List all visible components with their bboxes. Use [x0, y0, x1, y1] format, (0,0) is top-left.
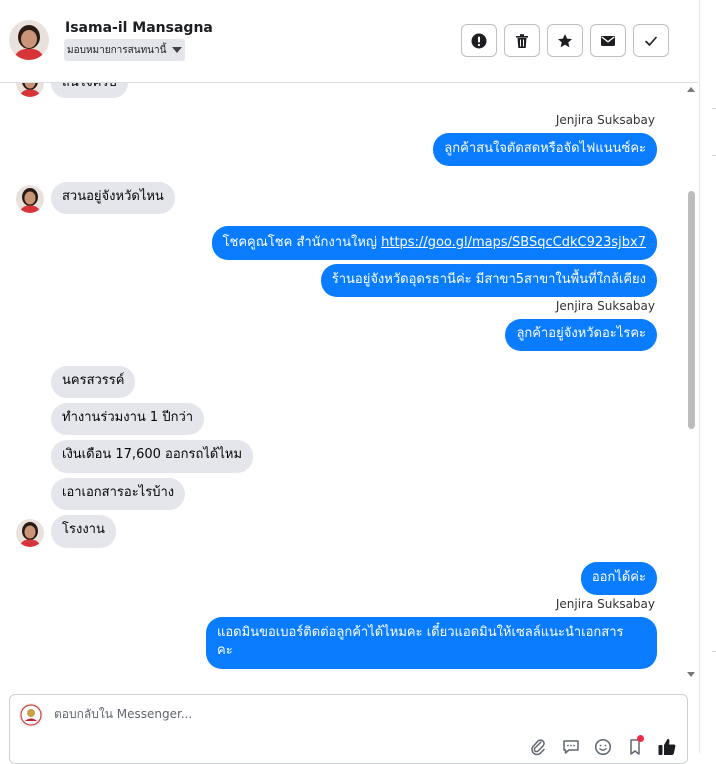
scroll-up-arrow-icon[interactable]: [687, 87, 695, 92]
contact-avatar-small: [16, 519, 44, 547]
envelope-icon: [601, 35, 615, 46]
notification-dot: [637, 735, 644, 742]
incoming-message: ทำงานร่วมงาน 1 ปีกว่า: [51, 403, 205, 435]
scroll-thumb[interactable]: [688, 191, 695, 429]
contact-avatar-small: [16, 185, 44, 213]
outgoing-message: ลูกค้าสนใจตัดสดหรือจัดไฟแนนซ์คะ: [433, 133, 657, 166]
smiley-icon: [594, 738, 612, 756]
reply-composer: [9, 694, 688, 764]
message-thread[interactable]: สนใจครับ Jenjira Suksabay ลูกค้าสนใจตัดส…: [0, 83, 683, 685]
reply-input[interactable]: [54, 707, 654, 721]
incoming-message: เงินเดือน 17,600 ออกรถได้ไหม: [51, 440, 254, 473]
delete-button[interactable]: [504, 24, 540, 57]
message-line: คะ: [217, 643, 233, 658]
outgoing-message: ร้านอยู่จังหวัดอุดรธานีค่ะ มีสาขา5สาขาใน…: [320, 264, 657, 297]
chat-scrollbar[interactable]: [683, 83, 699, 685]
conversation-header: Isama-il Mansagna มอบหมายการสนทนานี้: [0, 0, 698, 83]
emoji-button[interactable]: [593, 737, 613, 757]
outgoing-message: ลูกค้าอยู่จังหวัดอะไรคะ: [505, 319, 657, 351]
maps-link[interactable]: https://goo.gl/maps/SBSqcCdkC923sjbx7: [381, 235, 646, 250]
star-icon: [558, 33, 572, 47]
divider: [712, 155, 716, 156]
page-avatar: [19, 703, 43, 727]
message-text: โชคคูณโชค สำนักงานใหญ่: [222, 235, 377, 250]
adjacent-panel-edge: [699, 0, 716, 753]
incoming-message: โรงงาน: [51, 515, 116, 548]
incoming-message: สนใจครับ: [51, 83, 128, 98]
contact-avatar[interactable]: [9, 20, 49, 60]
star-button[interactable]: [547, 24, 583, 57]
attach-button[interactable]: [528, 737, 548, 757]
incoming-message: นครสวรรค์: [51, 366, 136, 398]
contact-name[interactable]: Isama-il Mansagna: [65, 20, 213, 36]
sender-name: Jenjira Suksabay: [555, 299, 655, 313]
assign-conversation-dropdown[interactable]: มอบหมายการสนทนานี้: [64, 39, 186, 61]
paperclip-icon: [531, 739, 545, 756]
assign-conversation-label: มอบหมายการสนทนานี้: [67, 44, 167, 56]
mark-unread-button[interactable]: [590, 24, 626, 57]
mark-spam-button[interactable]: [461, 24, 497, 57]
mark-done-button[interactable]: [633, 24, 669, 57]
incoming-message: เอาเอกสารอะไรบ้าง: [51, 478, 186, 510]
caret-down-icon: [172, 47, 183, 53]
alert-icon: [471, 33, 487, 48]
check-icon: [645, 36, 657, 46]
outgoing-message: แอดมินขอเบอร์ติดต่อลูกค้าได้ไหมคะ เดี๋ยว…: [206, 617, 657, 669]
message-line: แอดมินขอเบอร์ติดต่อลูกค้าได้ไหมคะ เดี๋ยว…: [217, 625, 624, 640]
scroll-down-arrow-icon[interactable]: [687, 672, 695, 677]
like-button[interactable]: [657, 737, 677, 757]
divider: [712, 108, 716, 109]
incoming-message: สวนอยู่จังหวัดไหน: [51, 182, 175, 214]
label-button[interactable]: [625, 735, 645, 757]
outgoing-message: โชคคูณโชค สำนักงานใหญ่ https://goo.gl/ma…: [211, 226, 657, 260]
chat-bubble-icon: [563, 740, 579, 754]
sender-name: Jenjira Suksabay: [555, 597, 655, 611]
thumbs-up-icon: [658, 738, 676, 755]
contact-avatar-small: [16, 83, 44, 97]
saved-replies-button[interactable]: [561, 737, 581, 757]
divider: [712, 651, 716, 652]
sender-name: Jenjira Suksabay: [555, 113, 655, 127]
outgoing-message: ออกได้ค่ะ: [580, 562, 657, 595]
trash-icon: [516, 33, 528, 48]
